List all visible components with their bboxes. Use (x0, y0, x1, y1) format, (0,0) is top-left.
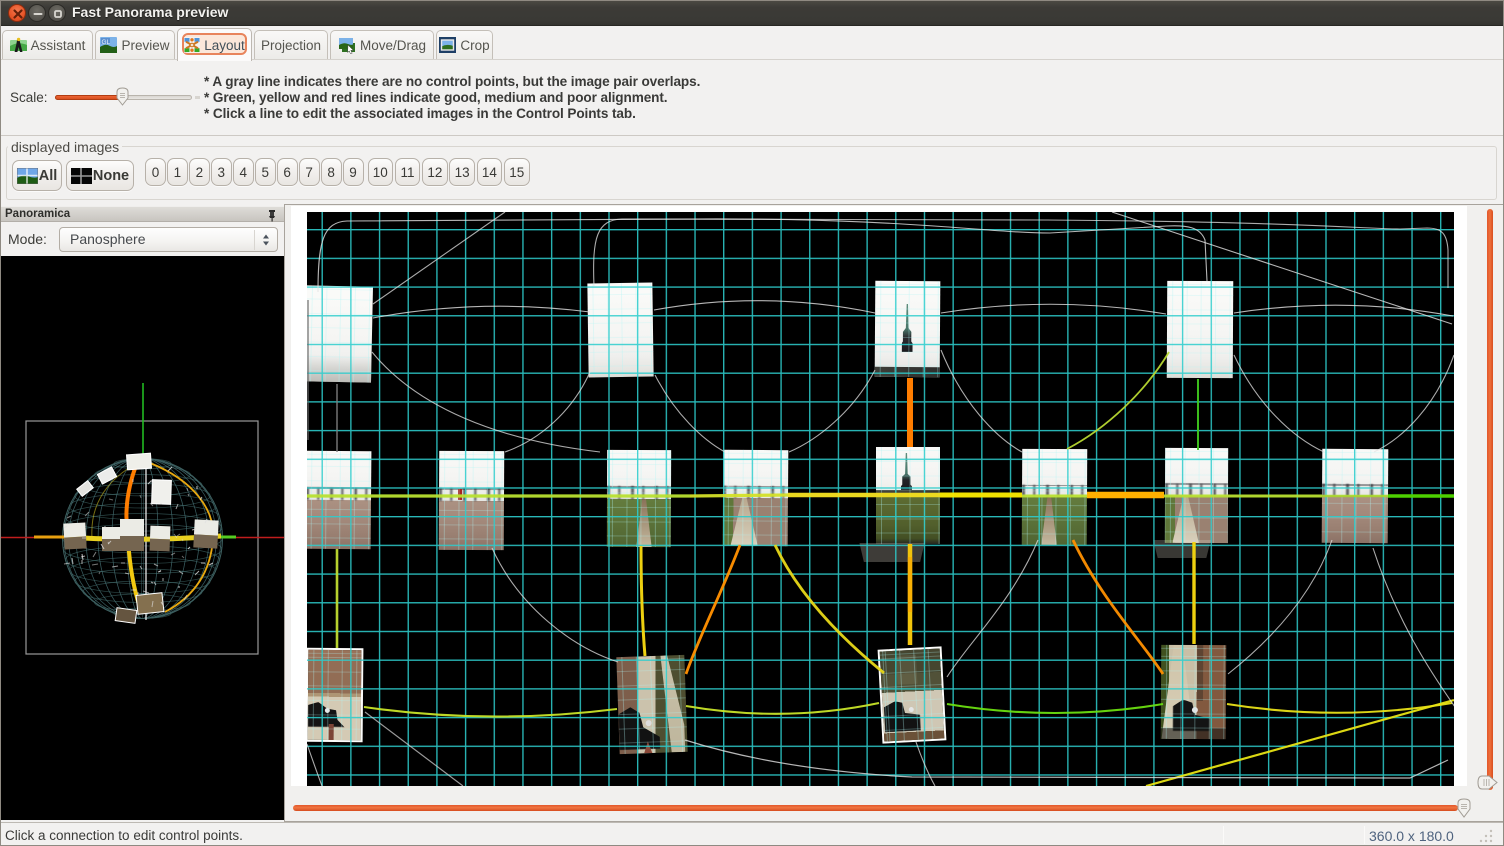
svg-text:GL: GL (102, 39, 111, 46)
